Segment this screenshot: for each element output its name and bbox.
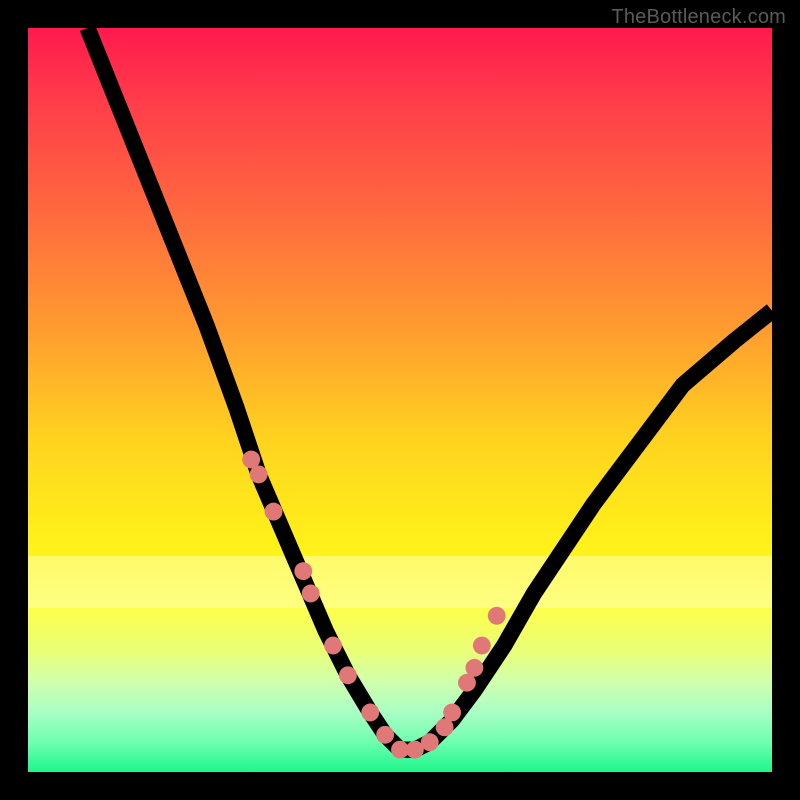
marker-dot	[473, 637, 491, 655]
marker-dot	[458, 674, 476, 692]
marker-dot	[421, 733, 439, 751]
curve-layer	[28, 28, 772, 772]
marker-dot	[302, 585, 320, 603]
dot-layer	[242, 451, 505, 759]
marker-dot	[265, 503, 283, 521]
marker-dot	[339, 666, 357, 684]
marker-dot	[406, 741, 424, 759]
marker-dot	[443, 704, 461, 722]
marker-dot	[361, 704, 379, 722]
marker-dot	[242, 451, 260, 469]
plot-area	[28, 28, 772, 772]
marker-dot	[391, 741, 409, 759]
marker-dot	[250, 465, 268, 483]
marker-dot	[465, 659, 483, 677]
marker-dot	[376, 726, 394, 744]
marker-dot	[294, 562, 312, 580]
watermark-text: TheBottleneck.com	[611, 6, 786, 29]
highlight-band	[28, 556, 772, 608]
marker-dot	[324, 637, 342, 655]
marker-dot	[488, 607, 506, 625]
bottleneck-curve	[88, 28, 772, 750]
chart-frame: TheBottleneck.com	[0, 0, 800, 800]
marker-dot	[436, 718, 454, 736]
